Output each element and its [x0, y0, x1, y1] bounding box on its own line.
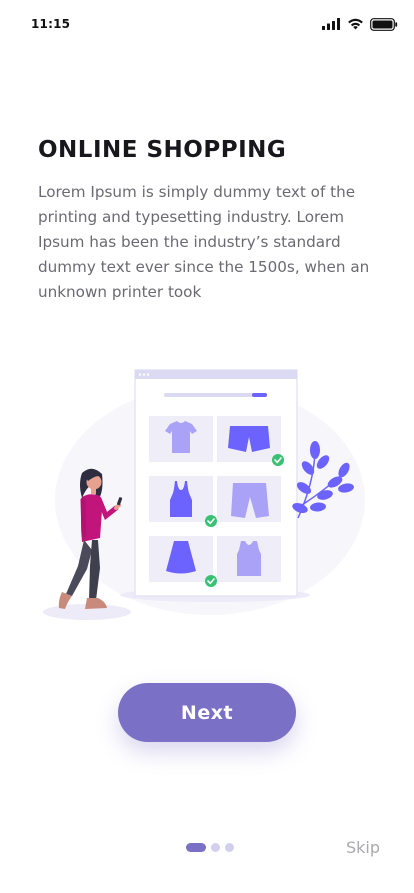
check-icon — [272, 454, 284, 466]
battery-icon — [370, 17, 398, 31]
status-icons — [322, 16, 398, 32]
page-indicator-dot — [225, 843, 234, 852]
page-indicator — [186, 843, 234, 852]
shopping-illustration — [43, 369, 365, 620]
page-indicator-dot — [211, 843, 220, 852]
next-button[interactable]: Next — [118, 683, 296, 742]
onboarding-title: ONLINE SHOPPING — [38, 137, 287, 163]
app-screen-illustration — [134, 369, 298, 597]
status-time: 11:15 — [31, 17, 71, 31]
check-icon — [205, 575, 217, 587]
check-icon — [205, 515, 217, 527]
wifi-icon — [348, 18, 363, 30]
cellular-signal-icon — [322, 18, 340, 30]
vest-icon — [237, 541, 261, 576]
onboarding-description: Lorem Ipsum is simply dummy text of the … — [38, 183, 370, 301]
page-indicator-dot-active — [186, 843, 206, 852]
status-bar: 11:15 — [0, 0, 414, 48]
skip-link[interactable]: Skip — [346, 838, 380, 857]
